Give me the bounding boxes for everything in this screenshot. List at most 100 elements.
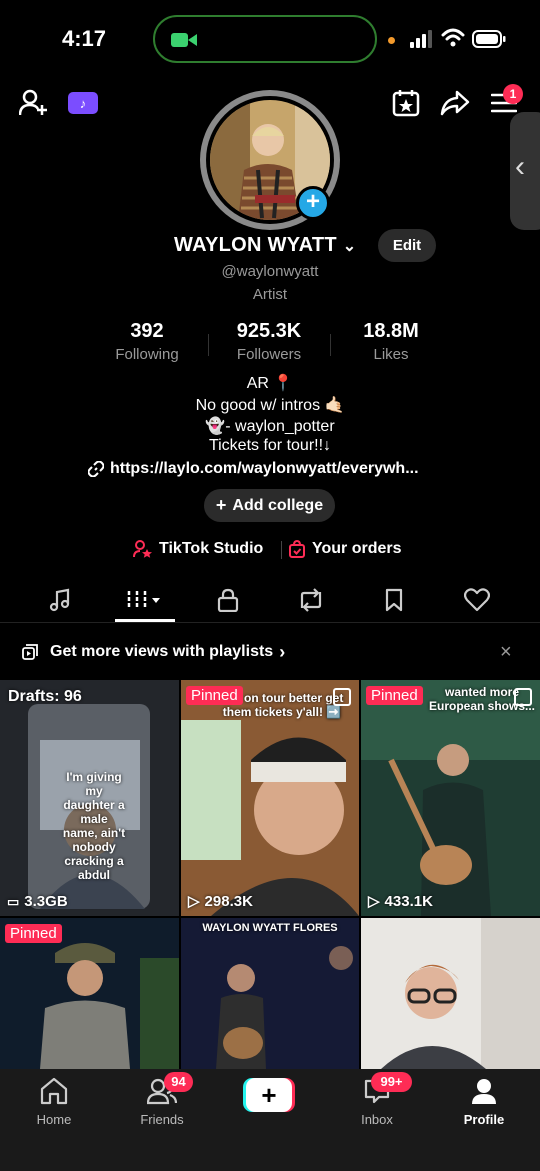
video-tile-drafts[interactable]: I'm giving my daughter a male name, ain'…: [0, 680, 179, 916]
calendar-star-icon: [392, 90, 420, 117]
thumbnail-image: [181, 918, 359, 1069]
tab-music[interactable]: [30, 578, 90, 622]
drafts-label: Drafts: 96: [8, 688, 82, 705]
nav-label: Inbox: [361, 1112, 393, 1127]
tile-size-text: 3.3GB: [24, 893, 68, 910]
chevron-right-icon: ›: [279, 641, 286, 662]
bio-line: AR 📍: [246, 375, 294, 392]
tiktok-studio-link[interactable]: TikTok Studio: [133, 540, 263, 558]
heart-icon: [464, 588, 490, 612]
close-banner-icon[interactable]: ×: [500, 641, 512, 664]
nav-label: Profile: [463, 1112, 505, 1127]
create-button[interactable]: +: [243, 1078, 295, 1112]
profile-handle: @waylonwyatt: [221, 263, 319, 280]
stat-likes[interactable]: 18.8M Likes: [326, 320, 456, 363]
chevron-left-icon: ‹: [515, 150, 525, 183]
add-college-button[interactable]: + Add college: [204, 489, 335, 522]
storage-icon: ▭: [7, 893, 20, 909]
bio-link[interactable]: https://laylo.com/waylonwyatt/everywh...: [88, 460, 419, 478]
content-tab-bar: [0, 578, 540, 623]
tile-size: ▭ 3.3GB: [7, 893, 68, 910]
bio-line: 👻- waylon_potter: [205, 418, 335, 435]
profile-name[interactable]: WAYLON WYATT ⌄: [174, 234, 356, 257]
facetime-camera-icon: [171, 33, 197, 47]
home-icon: [40, 1077, 68, 1105]
wifi-icon: [441, 28, 465, 47]
tiktok-studio-shortcut[interactable]: ♪: [68, 92, 98, 114]
share-arrow-icon: [440, 90, 470, 116]
nav-profile[interactable]: Profile: [444, 1077, 524, 1127]
tab-reposts[interactable]: [281, 578, 341, 622]
pinned-badge: Pinned: [186, 686, 243, 705]
bio-line: Tickets for tour!!↓: [208, 437, 332, 454]
stat-following[interactable]: 392 Following: [82, 320, 212, 363]
stat-followers[interactable]: 925.3K Followers: [204, 320, 334, 363]
pinned-badge: Pinned: [366, 686, 423, 705]
tab-saved[interactable]: [364, 578, 424, 622]
tile-views-text: 433.1K: [384, 892, 433, 910]
side-panel-handle[interactable]: ‹: [510, 112, 540, 230]
add-avatar-button[interactable]: +: [296, 186, 330, 220]
tab-private[interactable]: [198, 578, 258, 622]
nav-home[interactable]: Home: [14, 1077, 94, 1127]
menu-notification-badge: 1: [503, 84, 523, 104]
shortcut-label: TikTok Studio: [159, 540, 264, 557]
pinned-badge: Pinned: [5, 924, 62, 943]
bio-line: No good w/ intros 🤙🏻: [195, 397, 345, 414]
nav-label: Friends: [140, 1112, 184, 1127]
thumbnail-image: [361, 680, 540, 916]
shopping-bag-icon: [289, 540, 305, 558]
chevron-down-icon: ⌄: [342, 238, 357, 255]
video-tile[interactable]: WAYLON WYATT FLORES: [181, 918, 359, 1069]
add-college-label: Add college: [232, 496, 324, 514]
repost-icon: [300, 588, 322, 612]
tile-overlay-text: WAYLON WYATT FLORES: [202, 922, 338, 934]
person-star-icon: [133, 540, 152, 558]
play-icon: ▷: [188, 893, 200, 910]
shortcut-label: Your orders: [312, 540, 402, 557]
stat-value: 18.8M: [363, 320, 419, 342]
tab-videos[interactable]: [115, 578, 175, 622]
multi-clip-icon: [333, 688, 351, 706]
bookmark-icon: [385, 588, 403, 612]
thumbnail-image: [361, 918, 540, 1069]
video-tile[interactable]: [361, 918, 540, 1069]
multi-clip-icon: [514, 688, 532, 706]
stat-label: Likes: [373, 346, 409, 363]
cellular-signal-icon: [410, 30, 432, 48]
play-icon: ▷: [368, 893, 380, 910]
tile-views: ▷ 298.3K: [188, 892, 253, 911]
nav-label: Home: [36, 1112, 72, 1127]
edit-profile-button[interactable]: Edit: [378, 229, 436, 262]
friends-badge: 94: [164, 1072, 193, 1092]
stat-label: Following: [115, 346, 179, 363]
status-time: 4:17: [62, 26, 107, 51]
tiktok-logo-icon: ♪: [79, 95, 87, 111]
add-friend-button[interactable]: [18, 88, 50, 118]
video-tile[interactable]: wanted more European shows... Pinned ▷ 4…: [361, 680, 540, 916]
tile-views: ▷ 433.1K: [368, 892, 433, 911]
stat-label: Followers: [236, 346, 302, 363]
grid-videos-icon: [127, 591, 160, 609]
tab-liked[interactable]: [447, 578, 507, 622]
battery-icon: [472, 30, 506, 48]
active-tab-indicator: [115, 619, 175, 622]
playlist-banner[interactable]: Get more views with playlists › ×: [0, 628, 540, 676]
video-tile[interactable]: ack on tour better get them tickets y'al…: [181, 680, 359, 916]
profile-name-text: WAYLON WYATT: [174, 234, 337, 256]
stat-value: 392: [130, 320, 164, 342]
link-icon: [88, 461, 104, 477]
plus-icon: +: [246, 1078, 292, 1112]
playlist-icon: [22, 644, 38, 660]
lock-icon: [217, 588, 239, 612]
share-profile-button[interactable]: [440, 88, 470, 118]
dynamic-island[interactable]: [153, 15, 377, 63]
creator-calendar-button[interactable]: [391, 88, 421, 118]
music-note-icon: [49, 588, 70, 612]
privacy-indicator: [388, 37, 395, 44]
video-tile[interactable]: Pinned: [0, 918, 179, 1069]
tile-views-text: 298.3K: [204, 892, 253, 910]
tile-overlay-text: I'm giving my daughter a male name, ain'…: [62, 770, 126, 882]
bio-link-text: https://laylo.com/waylonwyatt/everywh...: [110, 460, 419, 477]
your-orders-link[interactable]: Your orders: [288, 540, 402, 558]
